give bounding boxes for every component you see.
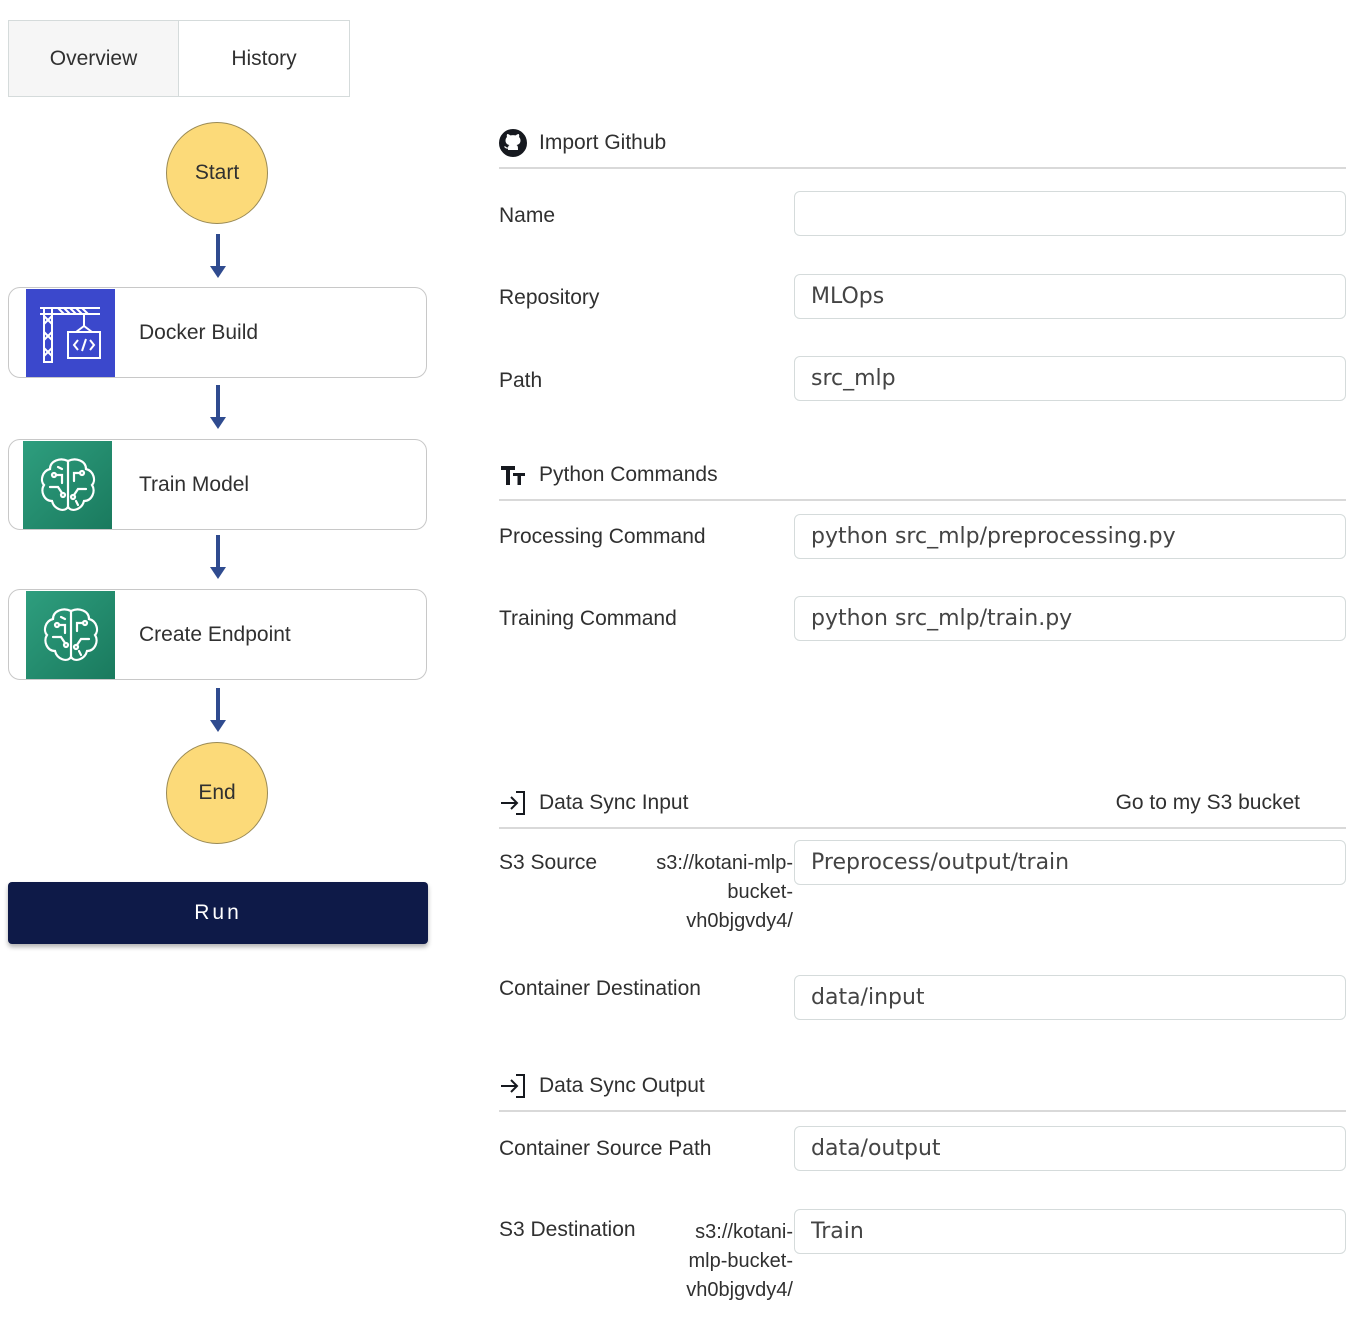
processing-command-label: Processing Command (499, 525, 706, 548)
run-button[interactable]: Run (8, 882, 428, 944)
path-input[interactable] (794, 356, 1346, 401)
create-endpoint-node[interactable]: Create Endpoint (8, 589, 427, 680)
sign-in-icon (499, 789, 527, 817)
container-destination-label: Container Destination (499, 977, 701, 1000)
start-node: Start (166, 122, 268, 224)
repository-label: Repository (499, 286, 600, 309)
section-title: Import Github (539, 131, 667, 154)
brain-icon (26, 591, 115, 679)
section-title: Python Commands (539, 463, 718, 486)
section-title: Data Sync Input (539, 791, 689, 814)
s3-source-prefix: s3://kotani-mlp- bucket- vh0bjgvdy4/ (656, 852, 793, 932)
s3-bucket-link[interactable]: Go to my S3 bucket (1116, 791, 1300, 815)
brain-icon (23, 441, 112, 529)
arrow-down-icon (210, 234, 226, 278)
tab-history[interactable]: History (179, 20, 350, 97)
node-label: Create Endpoint (139, 622, 291, 646)
repository-input[interactable] (794, 274, 1346, 319)
container-source-path-input[interactable] (794, 1126, 1346, 1171)
processing-command-input[interactable] (794, 514, 1346, 559)
arrow-down-icon (210, 385, 226, 429)
arrow-down-icon (210, 535, 226, 579)
node-label: Docker Build (139, 320, 259, 344)
tab-overview[interactable]: Overview (8, 20, 179, 97)
s3-source-label: S3 Source (499, 851, 598, 874)
text-format-icon (499, 461, 527, 489)
data-sync-output-header: Data Sync Output (499, 1071, 1346, 1112)
training-command-label: Training Command (499, 607, 677, 630)
node-label: Train Model (139, 472, 250, 496)
python-section-header: Python Commands (499, 460, 1346, 501)
section-title: Data Sync Output (539, 1074, 705, 1097)
name-label: Name (499, 204, 556, 227)
end-node: End (166, 742, 268, 844)
crane-icon (26, 289, 115, 377)
training-command-input[interactable] (794, 596, 1346, 641)
path-label: Path (499, 369, 543, 392)
name-input[interactable] (794, 191, 1346, 236)
container-destination-input[interactable] (794, 975, 1346, 1020)
container-source-path-label: Container Source Path (499, 1137, 712, 1160)
arrow-down-icon (210, 688, 226, 732)
github-icon (499, 129, 527, 157)
train-model-node[interactable]: Train Model (8, 439, 427, 530)
github-section-header: Import Github (499, 128, 1346, 169)
s3-destination-prefix: s3://kotani- mlp-bucket- vh0bjgvdy4/ (686, 1221, 793, 1301)
tab-bar: Overview History (8, 20, 350, 97)
docker-build-node[interactable]: Docker Build (8, 287, 427, 378)
s3-destination-input[interactable] (794, 1209, 1346, 1254)
data-sync-input-header: Data Sync Input Go to my S3 bucket (499, 788, 1346, 829)
s3-source-input[interactable] (794, 840, 1346, 885)
sign-in-icon (499, 1072, 527, 1100)
s3-destination-label: S3 Destination (499, 1218, 636, 1241)
